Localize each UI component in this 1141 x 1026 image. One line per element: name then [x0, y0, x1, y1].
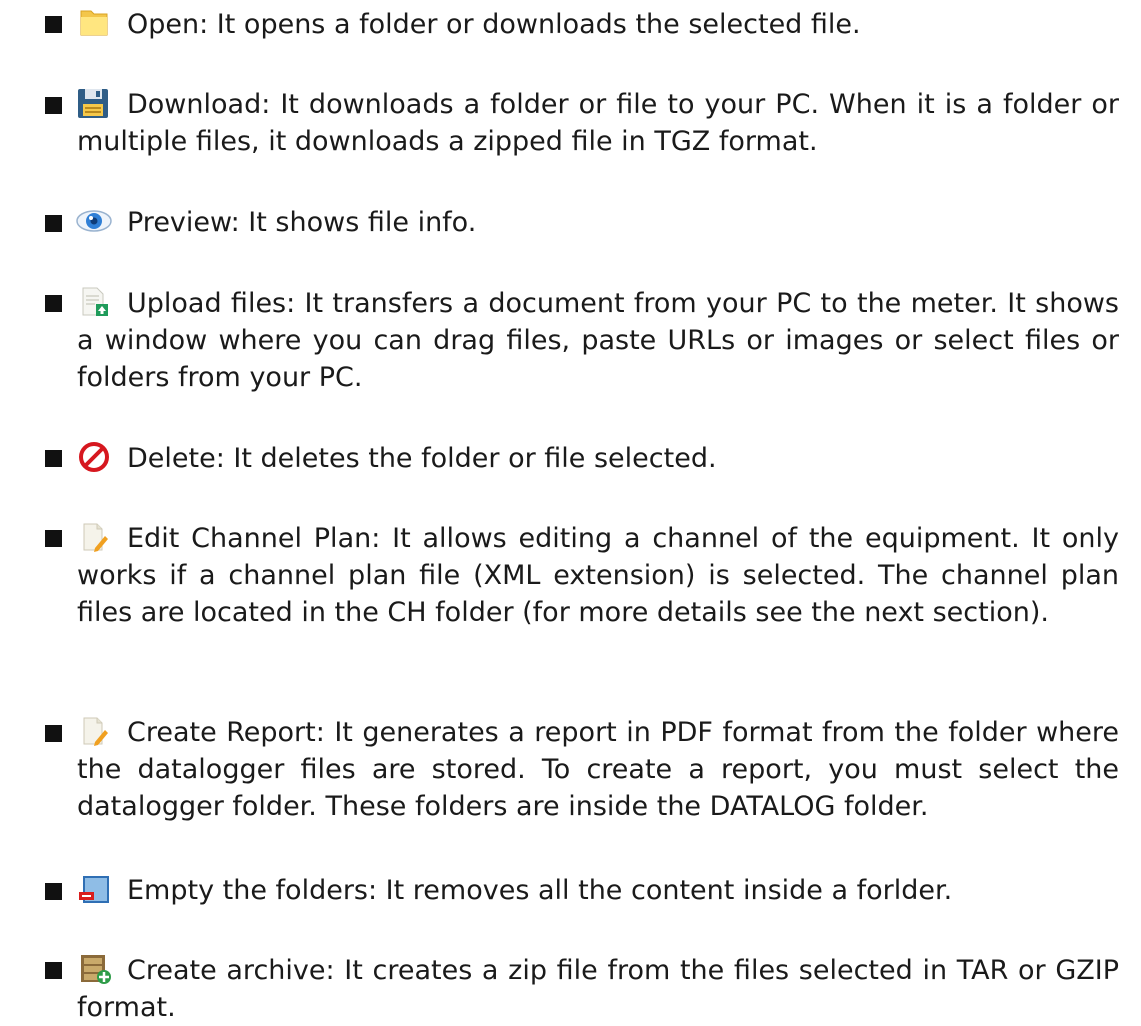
list-item-delete: Delete: It deletes the folder or file se… — [77, 440, 1119, 477]
bullet-marker — [45, 16, 62, 33]
list-item-upload-files: Upload files: It transfers a document fr… — [77, 285, 1119, 396]
bullet-marker — [45, 962, 62, 979]
item-text: Preview: It shows file info. — [127, 207, 477, 238]
item-text: Upload files: It transfers a document fr… — [77, 288, 1119, 393]
bullet-marker — [45, 97, 62, 114]
report-document-icon — [75, 716, 113, 746]
empty-folder-icon — [75, 874, 113, 904]
folder-icon — [75, 8, 113, 38]
item-text: Create Report: It generates a report in … — [77, 717, 1119, 822]
item-text: Edit Channel Plan: It allows editing a c… — [77, 523, 1119, 628]
bullet-marker — [45, 295, 62, 312]
bullet-marker — [45, 883, 62, 900]
prohibited-icon — [75, 442, 113, 472]
bullet-marker — [45, 530, 62, 547]
list-item-edit-channel-plan: Edit Channel Plan: It allows editing a c… — [77, 520, 1119, 631]
item-text: Empty the folders: It removes all the co… — [127, 875, 953, 906]
bullet-marker — [45, 450, 62, 467]
bullet-marker — [45, 215, 62, 232]
item-text: Delete: It deletes the folder or file se… — [127, 443, 717, 474]
item-text: Open: It opens a folder or downloads the… — [127, 9, 861, 40]
item-text: Create archive: It creates a zip file fr… — [77, 955, 1119, 1023]
list-item-create-archive: Create archive: It creates a zip file fr… — [77, 952, 1119, 1026]
list-item-create-report: Create Report: It generates a report in … — [77, 714, 1119, 825]
list-item-open: Open: It opens a folder or downloads the… — [77, 6, 1119, 43]
list-item-empty-folders: Empty the folders: It removes all the co… — [77, 872, 1119, 909]
item-text: Download: It downloads a folder or file … — [77, 89, 1119, 157]
archive-icon — [75, 954, 113, 984]
eye-icon — [75, 206, 113, 236]
list-item-download: Download: It downloads a folder or file … — [77, 86, 1119, 160]
edit-document-icon — [75, 522, 113, 552]
list-item-preview: Preview: It shows file info. — [75, 204, 1119, 241]
upload-file-icon — [75, 287, 113, 317]
floppy-disk-icon — [75, 88, 113, 118]
bullet-marker — [45, 725, 62, 742]
